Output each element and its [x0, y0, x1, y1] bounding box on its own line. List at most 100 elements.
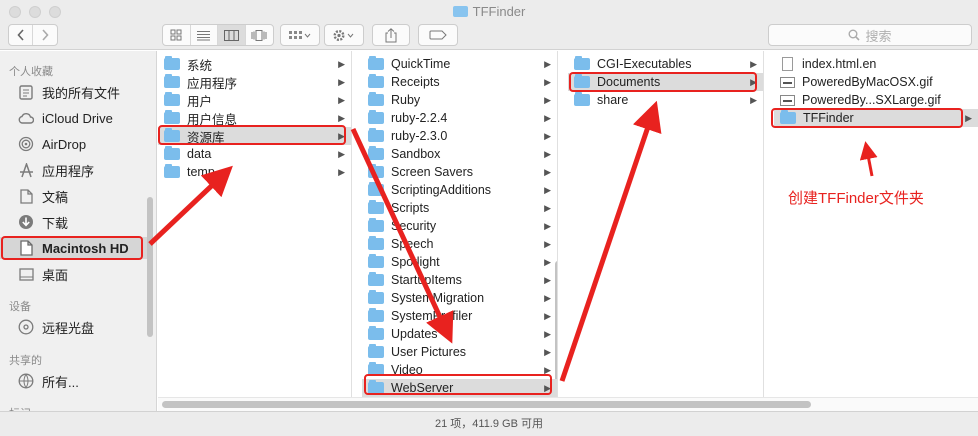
cloud-icon: [18, 110, 34, 126]
list-item[interactable]: ruby-2.2.4 ▶: [362, 109, 557, 127]
annotation-note: 创建TFFinder文件夹: [788, 190, 924, 207]
sidebar-item-label: 桌面: [42, 267, 69, 283]
sidebar-item-airdrop[interactable]: AirDrop: [0, 133, 150, 155]
folder-icon: [368, 236, 384, 250]
sidebar-scrollbar[interactable]: [147, 197, 153, 337]
folder-icon: [368, 182, 384, 196]
list-icon: [197, 30, 211, 40]
folder-icon: [368, 56, 384, 70]
toolbar: 搜索: [0, 24, 978, 50]
folder-icon: [368, 74, 384, 88]
sidebar-item-label: 我的所有文件: [42, 85, 121, 101]
search-field[interactable]: 搜索: [768, 24, 972, 46]
list-item[interactable]: SystemMigration ▶: [362, 289, 557, 307]
folder-icon: [368, 128, 384, 142]
sidebar: 个人收藏 我的所有文件 iCloud Drive AirDrop 应用程序 文稿: [0, 51, 157, 411]
sidebar-item-remote-disc[interactable]: 远程光盘: [0, 316, 150, 338]
applications-icon: [18, 162, 34, 178]
chevron-right-icon: [42, 29, 49, 41]
disclosure-arrow-icon: ▶: [544, 274, 551, 285]
list-item-label: CGI-Executables: [597, 57, 692, 71]
list-item[interactable]: ScriptingAdditions ▶: [362, 181, 557, 199]
sidebar-item-downloads[interactable]: 下载: [0, 211, 150, 233]
browser-column-3: CGI-Executables ▶ Documents ▶ share ▶: [568, 51, 764, 397]
list-item-label: Receipts: [391, 75, 440, 89]
share-button[interactable]: [372, 24, 410, 46]
list-item[interactable]: share ▶: [568, 91, 763, 109]
list-item[interactable]: Speech ▶: [362, 235, 557, 253]
list-item[interactable]: Updates ▶: [362, 325, 557, 343]
list-item-label: share: [597, 93, 629, 107]
folder-icon: [164, 74, 180, 88]
list-item[interactable]: 系统 ▶: [158, 55, 351, 73]
list-item[interactable]: PoweredByMacOSX.gif: [774, 73, 978, 91]
sidebar-item-all-shared[interactable]: 所有...: [0, 370, 150, 392]
list-item[interactable]: QuickTime ▶: [362, 55, 557, 73]
arrange-button[interactable]: [280, 24, 320, 46]
list-item[interactable]: Security ▶: [362, 217, 557, 235]
list-item-label: User Pictures: [391, 345, 467, 359]
list-item-label: temp: [187, 165, 215, 179]
disclosure-arrow-icon: ▶: [544, 184, 551, 195]
list-item[interactable]: 用户 ▶: [158, 91, 351, 109]
folder-icon: [368, 326, 384, 340]
back-button[interactable]: [9, 25, 34, 45]
sidebar-item-applications[interactable]: 应用程序: [0, 159, 150, 181]
list-item[interactable]: Sandbox ▶: [362, 145, 557, 163]
disclosure-arrow-icon: ▶: [544, 166, 551, 177]
tag-icon: [429, 30, 447, 40]
share-icon: [385, 27, 397, 42]
list-item[interactable]: temp ▶: [158, 163, 351, 181]
sidebar-item-desktop[interactable]: 桌面: [0, 263, 150, 285]
list-item[interactable]: CGI-Executables ▶: [568, 55, 763, 73]
list-item-label: index.html.en: [802, 57, 877, 71]
document-icon: [782, 57, 793, 71]
list-item-label: data: [187, 147, 212, 161]
column-view-button[interactable]: [218, 25, 246, 45]
sidebar-item-label: 应用程序: [42, 163, 95, 179]
disclosure-arrow-icon: ▶: [965, 112, 972, 123]
list-item[interactable]: User Pictures ▶: [362, 343, 557, 361]
action-menu-button[interactable]: [324, 24, 364, 46]
list-item-label: ruby-2.2.4: [391, 111, 448, 125]
folder-icon: [368, 146, 384, 160]
disclosure-arrow-icon: ▶: [544, 76, 551, 87]
list-item[interactable]: data ▶: [158, 145, 351, 163]
sidebar-item-icloud[interactable]: iCloud Drive: [0, 107, 150, 129]
list-item[interactable]: Scripts ▶: [362, 199, 557, 217]
sidebar-item-documents[interactable]: 文稿: [0, 185, 150, 207]
airdrop-icon: [18, 136, 34, 152]
folder-icon: [368, 254, 384, 268]
folder-icon: [164, 56, 180, 70]
list-item-label: ScriptingAdditions: [391, 183, 492, 197]
list-item-label: 用户: [187, 94, 213, 109]
list-item[interactable]: index.html.en: [774, 55, 978, 73]
list-item[interactable]: PoweredBy...SXLarge.gif: [774, 91, 978, 109]
list-item[interactable]: SystemProfiler ▶: [362, 307, 557, 325]
folder-icon: [164, 164, 180, 178]
list-view-button[interactable]: [191, 25, 218, 45]
disclosure-arrow-icon: ▶: [544, 112, 551, 123]
grid-icon: [170, 29, 182, 41]
sidebar-item-all-files[interactable]: 我的所有文件: [0, 81, 150, 103]
list-item[interactable]: Ruby ▶: [362, 91, 557, 109]
folder-icon: [368, 110, 384, 124]
disclosure-arrow-icon: ▶: [544, 148, 551, 159]
list-item[interactable]: StartupItems ▶: [362, 271, 557, 289]
desktop-icon: [18, 266, 34, 282]
list-item[interactable]: Screen Savers ▶: [362, 163, 557, 181]
list-item[interactable]: 应用程序 ▶: [158, 73, 351, 91]
list-item[interactable]: Receipts ▶: [362, 73, 557, 91]
cover-flow-icon: [251, 29, 267, 41]
tag-button[interactable]: [418, 24, 458, 46]
forward-button[interactable]: [33, 25, 57, 45]
list-item-label: 系统: [187, 58, 213, 73]
horizontal-scrollbar[interactable]: [162, 401, 811, 408]
list-item-label: Sandbox: [391, 147, 441, 161]
cover-flow-button[interactable]: [246, 25, 273, 45]
list-item[interactable]: ruby-2.3.0 ▶: [362, 127, 557, 145]
folder-icon: [368, 308, 384, 322]
list-item[interactable]: Spotlight ▶: [362, 253, 557, 271]
icon-view-button[interactable]: [163, 25, 191, 45]
search-placeholder: 搜索: [865, 28, 892, 44]
